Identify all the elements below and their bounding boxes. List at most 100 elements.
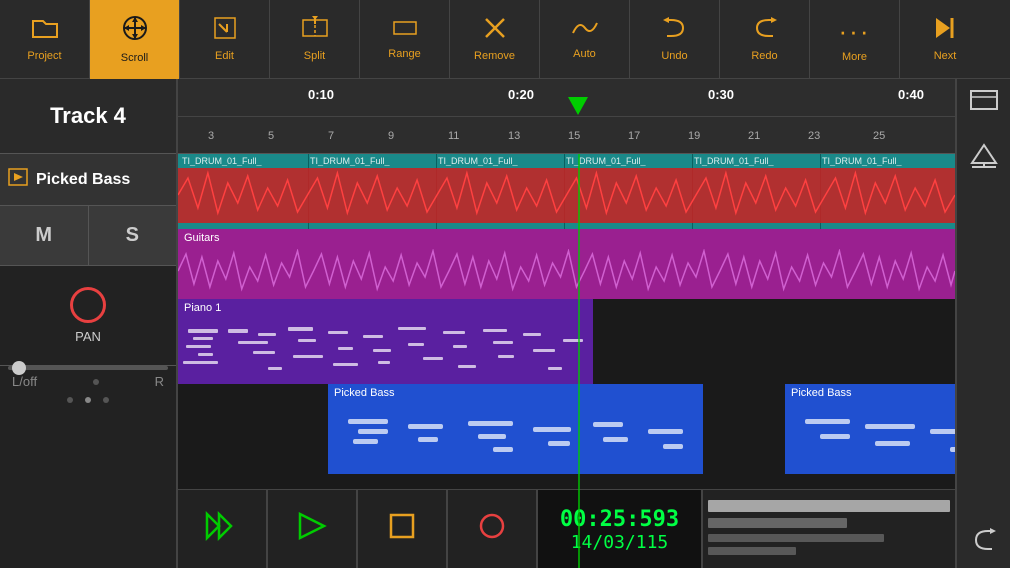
left-panel: Track 4 Picked Bass M S (0, 79, 178, 568)
toolbar-split-btn[interactable]: Split (270, 0, 360, 79)
auto-label: Auto (573, 48, 596, 60)
pan-section: PAN (0, 266, 176, 366)
stop-icon (389, 513, 415, 546)
track-view-area: 0:10 0:20 0:30 0:40 3 5 7 9 11 13 15 17 (178, 79, 955, 568)
redo-label: Redo (751, 50, 777, 62)
lr-row: L/off R (0, 370, 176, 393)
pan-label: PAN (75, 329, 101, 344)
time-020: 0:20 (508, 87, 534, 102)
remove-icon (483, 16, 507, 46)
tracks-container: TI_DRUM_01_Full_ TI_DRUM_01_Full_ TI_DRU… (178, 154, 955, 568)
project-icon (31, 16, 59, 46)
timeline-beats: 3 5 7 9 11 13 15 17 19 21 23 25 (178, 117, 955, 154)
undo-label: Undo (661, 50, 687, 62)
toolbar-auto-btn[interactable]: Auto (540, 0, 630, 79)
toolbar-edit-btn[interactable]: Edit (180, 0, 270, 79)
stop-btn[interactable] (358, 490, 448, 568)
next-icon (932, 16, 958, 46)
drum-seg-2: TI_DRUM_01_Full_ (310, 156, 390, 166)
mute-solo-row: M S (0, 206, 176, 266)
sidebar-icon-1[interactable] (969, 89, 999, 116)
drum-clip[interactable]: TI_DRUM_01_Full_ TI_DRUM_01_Full_ TI_DRU… (178, 154, 955, 229)
split-label: Split (304, 50, 325, 62)
playhead-line (578, 154, 580, 568)
toolbar-range-btn[interactable]: Range (360, 0, 450, 79)
play-icon (297, 511, 327, 548)
toolbar: Project Scroll (0, 0, 1010, 79)
beat-15: 15 (568, 130, 580, 142)
rec-btn[interactable] (448, 490, 538, 568)
guitar-label: Guitars (184, 232, 219, 244)
solo-btn[interactable]: S (89, 206, 177, 265)
bass-track[interactable]: Picked Bass (178, 384, 955, 474)
bass-clip-2[interactable]: Picked Bass (785, 384, 955, 474)
toolbar-redo-btn[interactable]: Redo (720, 0, 810, 79)
guitar-track[interactable]: Guitars (178, 229, 955, 299)
time-040: 0:40 (898, 87, 924, 102)
mute-btn[interactable]: M (0, 206, 89, 265)
piano-label: Piano 1 (184, 302, 221, 314)
timeline-ruler[interactable]: 0:10 0:20 0:30 0:40 3 5 7 9 11 13 15 17 (178, 79, 955, 154)
toolbar-more-btn[interactable]: ··· More (810, 0, 900, 79)
beat-25: 25 (873, 130, 885, 142)
track-title: Track 4 (0, 79, 176, 154)
dots-row (0, 393, 176, 407)
pan-knob[interactable] (70, 287, 106, 323)
piano-track[interactable]: Piano 1 (178, 299, 955, 384)
more-label: More (842, 51, 867, 63)
toolbar-project-btn[interactable]: Project (0, 0, 90, 79)
more-icon: ··· (839, 16, 871, 47)
split-icon (302, 16, 328, 46)
dot3 (103, 397, 109, 403)
scroll-icon (121, 14, 149, 48)
right-icons-panel (955, 79, 1010, 568)
redo-icon (751, 16, 779, 46)
beat-3: 3 (208, 130, 214, 142)
drum-waveform: // Cannot use script here, so just draw … (178, 168, 955, 223)
remove-label: Remove (474, 50, 515, 62)
toolbar-scroll-btn[interactable]: Scroll (90, 0, 180, 79)
toolbar-next-btn[interactable]: Next (900, 0, 990, 79)
beat-9: 9 (388, 130, 394, 142)
r-label: R (155, 374, 164, 389)
track-name-icon (8, 168, 28, 191)
drum-track[interactable]: TI_DRUM_01_Full_ TI_DRUM_01_Full_ TI_DRU… (178, 154, 955, 229)
sidebar-icon-2[interactable] (970, 141, 998, 174)
fast-play-btn[interactable] (178, 490, 268, 568)
sidebar-icon-3[interactable] (970, 527, 998, 558)
rec-icon (478, 512, 506, 547)
track-name-label: Picked Bass (36, 171, 130, 189)
timeline-numbers: 0:10 0:20 0:30 0:40 (178, 79, 955, 117)
guitar-waveform (178, 249, 955, 293)
mini-map[interactable] (703, 490, 955, 568)
piano-clip[interactable]: Piano 1 (178, 299, 593, 384)
toolbar-remove-btn[interactable]: Remove (450, 0, 540, 79)
transport-bar: 00:25:593 14/03/115 (178, 489, 955, 568)
drum-seg-1: TI_DRUM_01_Full_ (182, 156, 262, 166)
project-label: Project (27, 50, 61, 62)
bass-clip-1-label: Picked Bass (334, 387, 395, 399)
beat-11: 11 (448, 130, 459, 142)
bass-clip-1[interactable]: Picked Bass (328, 384, 703, 474)
center-dot (93, 379, 99, 385)
beat-7: 7 (328, 130, 334, 142)
play-btn[interactable] (268, 490, 358, 568)
beat-13: 13 (508, 130, 520, 142)
range-icon (392, 18, 418, 44)
edit-icon (213, 16, 237, 46)
drum-seg-3: TI_DRUM_01_Full_ (438, 156, 518, 166)
time-010: 0:10 (308, 87, 334, 102)
pan-slider[interactable] (8, 366, 168, 370)
dot2 (85, 397, 91, 403)
pan-slider-row[interactable] (0, 366, 176, 370)
guitar-clip[interactable]: Guitars (178, 229, 955, 299)
next-label: Next (934, 50, 957, 62)
pan-slider-knob[interactable] (12, 361, 26, 375)
beat-21: 21 (748, 130, 760, 142)
track-name-row[interactable]: Picked Bass (0, 154, 176, 206)
range-label: Range (388, 48, 420, 60)
beat-19: 19 (688, 130, 700, 142)
auto-icon (571, 18, 599, 44)
fast-play-icon (205, 511, 239, 548)
toolbar-undo-btn[interactable]: Undo (630, 0, 720, 79)
